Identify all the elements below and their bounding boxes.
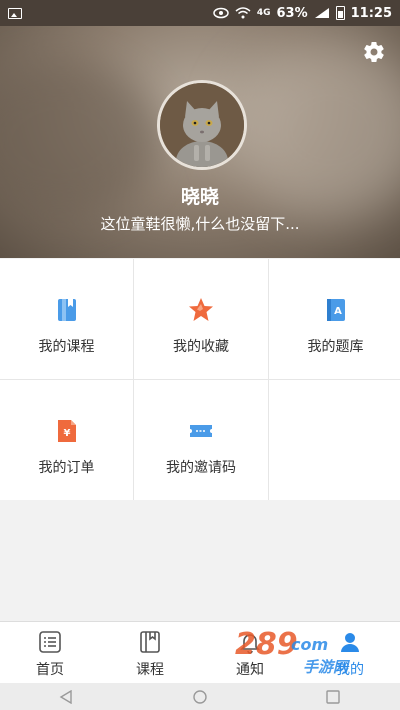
- tab-courses[interactable]: 课程: [100, 622, 200, 683]
- book-icon: [57, 299, 76, 321]
- tab-label: 我的: [336, 662, 364, 678]
- order-icon: ¥: [57, 420, 76, 442]
- profile-bio: 这位童鞋很懒,什么也没留下...: [100, 215, 300, 233]
- wifi-icon: [235, 7, 251, 19]
- menu-label: 我的邀请码: [166, 460, 236, 476]
- bell-icon: [240, 634, 260, 654]
- menu-label: 我的订单: [38, 460, 95, 476]
- clock: 11:25: [350, 5, 392, 21]
- battery-icon: [335, 6, 345, 20]
- svg-text:A: A: [334, 306, 342, 317]
- tab-notifications[interactable]: 通知: [200, 622, 300, 683]
- signal-icon: [314, 8, 329, 18]
- status-bar: 4G 63% 11:25: [0, 0, 400, 26]
- network-type: 4G: [256, 8, 271, 18]
- recent-apps-icon[interactable]: [324, 689, 342, 704]
- home-circle-icon[interactable]: [191, 689, 209, 704]
- tab-home[interactable]: 首页: [0, 622, 100, 683]
- star-icon: [189, 298, 213, 321]
- menu-label: 我的题库: [307, 339, 364, 355]
- tab-label: 通知: [236, 662, 264, 678]
- question-bank-icon: A: [326, 299, 345, 321]
- profile-name: 晓晓: [180, 186, 219, 208]
- eye-icon: [213, 7, 229, 19]
- tab-me[interactable]: 我的: [300, 622, 400, 683]
- menu-my-orders[interactable]: ¥ 我的订单: [0, 380, 133, 500]
- ticket-icon: [190, 425, 212, 437]
- menu-label: 我的课程: [38, 339, 95, 355]
- tab-label: 课程: [136, 662, 164, 678]
- bottom-navigation: 首页 课程 通知 我的: [0, 621, 400, 683]
- home-list-icon: [39, 631, 61, 653]
- menu-my-favorites[interactable]: 我的收藏: [134, 259, 268, 379]
- menu-grid: 我的课程 我的收藏 A 我的题库 ¥ 我的订单 我的邀请码: [0, 259, 400, 500]
- gallery-notification-icon: [8, 7, 22, 19]
- cat-avatar-image: [160, 83, 244, 167]
- avatar[interactable]: [157, 80, 247, 170]
- menu-empty-cell: [269, 380, 400, 500]
- svg-text:¥: ¥: [63, 428, 70, 439]
- profile-header: 晓晓 这位童鞋很懒,什么也没留下...: [0, 0, 400, 258]
- menu-my-question-bank[interactable]: A 我的题库: [269, 259, 400, 379]
- back-icon[interactable]: [58, 689, 76, 704]
- system-navigation-bar: [0, 683, 400, 710]
- settings-gear-icon[interactable]: [362, 40, 386, 64]
- menu-label: 我的收藏: [173, 339, 229, 355]
- course-book-icon: [140, 631, 160, 653]
- user-icon: [341, 633, 359, 652]
- battery-percent: 63%: [276, 5, 308, 21]
- menu-my-courses[interactable]: 我的课程: [0, 259, 133, 379]
- menu-my-invite-code[interactable]: 我的邀请码: [134, 380, 268, 500]
- tab-label: 首页: [36, 662, 64, 678]
